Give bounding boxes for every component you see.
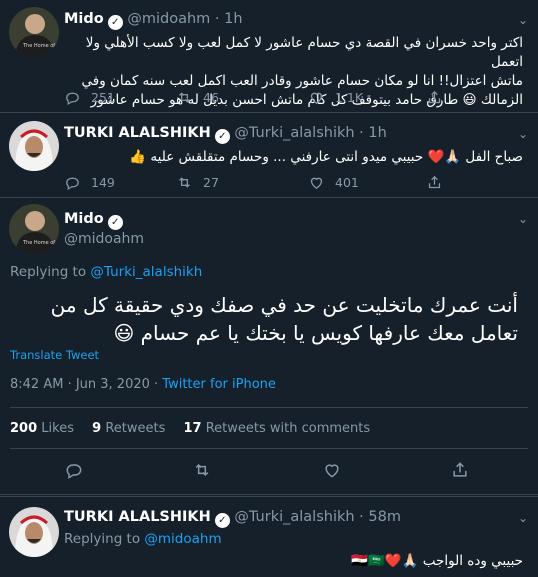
- reply-tweet[interactable]: TURKI ALALSHIKH ✓ @Turki_alalshikh · 58m …: [0, 496, 538, 577]
- share-button[interactable]: [426, 89, 453, 106]
- svg-text:The Home of: The Home of: [22, 43, 55, 49]
- author-handle[interactable]: @Turki_alalshikh: [234, 509, 354, 525]
- retweet-button[interactable]: 27: [176, 174, 219, 191]
- avatar[interactable]: The Home of: [9, 7, 59, 57]
- translate-tweet-link[interactable]: Translate Tweet: [10, 348, 99, 362]
- tweet-text: أنت عمرك ماتخليت عن حد في صفك ودي حقيقة …: [50, 293, 518, 345]
- share-icon[interactable]: [450, 460, 470, 480]
- tweet-text: صباح الفل 🙏🏻❤️ حبيبي ميدو انتى عارفني ..…: [129, 149, 523, 165]
- avatar[interactable]: [9, 121, 59, 171]
- tweet-meta: 8:42 AM · Jun 3, 2020 · Twitter for iPho…: [10, 377, 276, 392]
- reply-icon: [66, 177, 79, 191]
- svg-text:The Home of: The Home of: [22, 240, 55, 246]
- reply-icon[interactable]: [64, 460, 84, 480]
- engagement-stats: 200 Likes 9 Retweets 17 Retweets with co…: [10, 421, 370, 436]
- reply-button[interactable]: 251: [64, 89, 115, 106]
- tweet-turki-1[interactable]: TURKI ALALSHIKH ✓ @Turki_alalshikh · 1h ⌄…: [0, 113, 538, 198]
- tweet-text: حبيبي وده الواجب 🙏🏻❤️🇪🇬🇸🇦: [351, 553, 523, 569]
- retweet-button[interactable]: 46: [176, 89, 219, 106]
- avatar[interactable]: [9, 507, 59, 557]
- replying-to-link[interactable]: @midoahm: [144, 531, 221, 547]
- verified-icon: ✓: [107, 215, 123, 230]
- tweet-source[interactable]: Twitter for iPhone: [162, 377, 276, 392]
- like-button[interactable]: 1.1K: [308, 89, 363, 106]
- chevron-down-icon[interactable]: ⌄: [518, 13, 528, 27]
- like-icon: [310, 177, 323, 189]
- tweet-actions: 251 46 1.1K: [64, 89, 528, 107]
- main-tweet: The Home of Mido ✓ @midoahm ⌄ Replying to…: [0, 198, 538, 495]
- main-actions: [0, 460, 538, 480]
- author-handle[interactable]: @Turki_alalshikh: [234, 125, 354, 141]
- retweets-with-comments-stat[interactable]: 17 Retweets with comments: [184, 421, 371, 436]
- likes-stat[interactable]: 200 Likes: [10, 421, 74, 436]
- retweet-icon: [179, 92, 190, 103]
- chevron-down-icon[interactable]: ⌄: [518, 127, 528, 141]
- retweet-icon[interactable]: [192, 460, 212, 480]
- like-icon: [310, 92, 323, 104]
- like-button[interactable]: 401: [308, 174, 359, 191]
- replying-to: Replying to @Turki_alalshikh: [10, 264, 203, 280]
- tweet-time[interactable]: 58m: [368, 509, 401, 525]
- verified-icon: ✓: [107, 15, 123, 30]
- verified-icon: ✓: [214, 129, 230, 144]
- author-handle[interactable]: @midoahm: [127, 11, 210, 27]
- verified-icon: ✓: [214, 513, 230, 528]
- share-icon: [428, 175, 441, 189]
- retweets-stat[interactable]: 9 Retweets: [92, 421, 165, 436]
- share-button[interactable]: [426, 174, 453, 191]
- chevron-down-icon[interactable]: ⌄: [518, 511, 528, 525]
- reply-button[interactable]: 149: [64, 174, 115, 191]
- retweet-icon: [179, 177, 190, 188]
- tweet-actions: 149 27 401: [64, 174, 528, 192]
- replying-to-link[interactable]: @Turki_alalshikh: [90, 264, 202, 280]
- chevron-down-icon[interactable]: ⌄: [518, 212, 528, 226]
- tweet-time[interactable]: 1h: [368, 125, 386, 141]
- author-name[interactable]: Mido: [64, 11, 104, 27]
- author-handle[interactable]: @midoahm: [64, 231, 144, 247]
- share-icon: [428, 90, 441, 104]
- author-name[interactable]: Mido: [64, 211, 104, 227]
- tweet-time[interactable]: 1h: [224, 11, 242, 27]
- like-icon[interactable]: [322, 460, 342, 480]
- tweet-mido-1[interactable]: The Home of Mido ✓ @midoahm · 1h ⌄ اكتر و…: [0, 0, 538, 113]
- author-name[interactable]: TURKI ALALSHIKH: [64, 509, 211, 525]
- avatar[interactable]: The Home of: [9, 204, 59, 254]
- reply-icon: [66, 92, 79, 106]
- author-name[interactable]: TURKI ALALSHIKH: [64, 125, 211, 141]
- replying-to: Replying to @midoahm: [64, 531, 222, 547]
- tweet-datetime[interactable]: 8:42 AM · Jun 3, 2020 ·: [10, 377, 162, 392]
